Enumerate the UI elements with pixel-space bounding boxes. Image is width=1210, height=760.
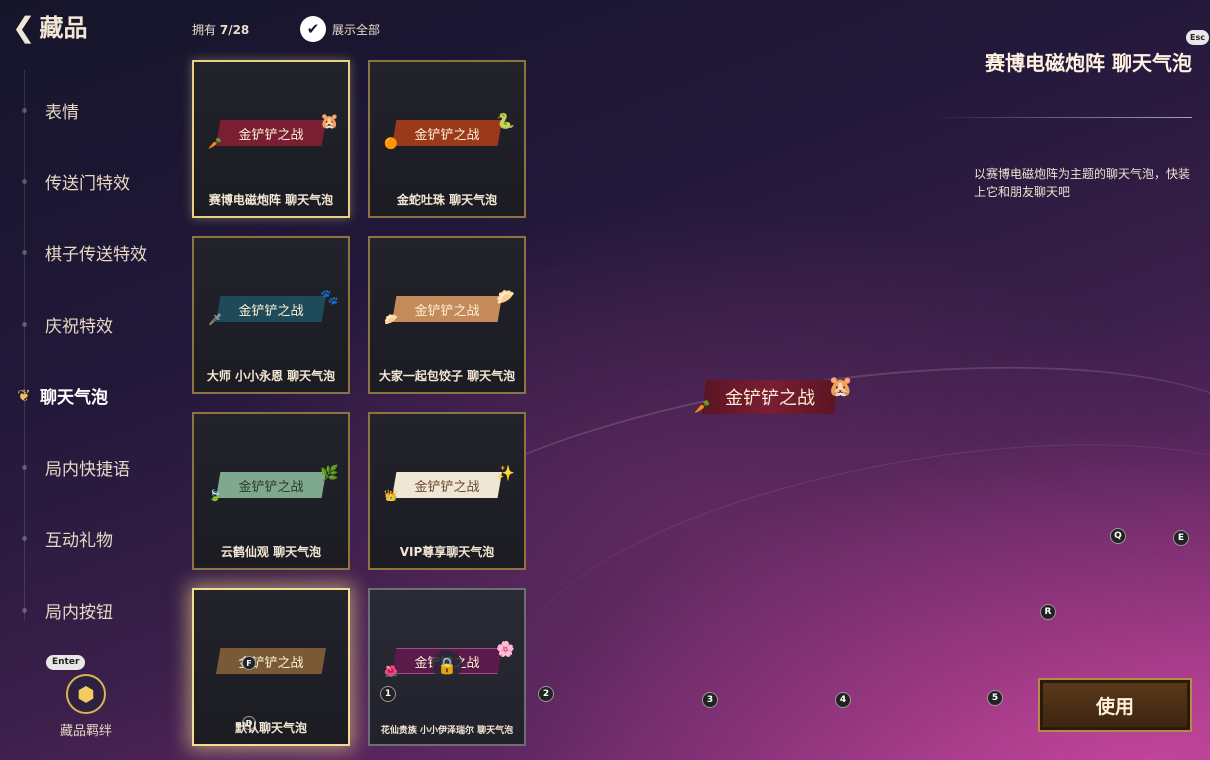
show-all-toggle[interactable]: ✔ 展示全部 bbox=[300, 16, 380, 42]
bullet-icon bbox=[22, 465, 27, 470]
hotkey-4-badge: 4 bbox=[835, 692, 851, 708]
orb-icon: 🟠 bbox=[384, 137, 398, 150]
esc-key-hint[interactable]: Esc bbox=[1186, 30, 1209, 45]
sword-icon: 🗡 bbox=[208, 313, 222, 326]
item-name: 云鹤仙观 聊天气泡 bbox=[220, 545, 322, 559]
item-card[interactable]: 金铲铲之战 🐹 🥕 赛博电磁炮阵 聊天气泡 bbox=[192, 60, 350, 218]
item-card[interactable]: 金铲铲之战 🌿 🍃 云鹤仙观 聊天气泡 bbox=[192, 412, 350, 570]
detail-title: 赛博电磁炮阵 聊天气泡 bbox=[985, 51, 1192, 75]
item-name: 金蛇吐珠 聊天气泡 bbox=[396, 193, 498, 207]
back-arrow-icon: ❮ bbox=[12, 11, 36, 44]
carrot-icon: 🥕 bbox=[208, 137, 222, 150]
sidebar-item-portal-effects[interactable]: 传送门特效 bbox=[22, 169, 130, 194]
sidebar-item-label: 传送门特效 bbox=[45, 174, 130, 194]
bullet-icon bbox=[22, 322, 27, 327]
item-name: 赛博电磁炮阵 聊天气泡 bbox=[208, 193, 334, 207]
back-button[interactable]: ❮ 藏品 bbox=[12, 11, 88, 44]
sidebar-item-label: 局内按钮 bbox=[45, 603, 113, 623]
chat-bubble-preview: 金铲铲之战 bbox=[702, 380, 838, 414]
hotkey-1-badge: 1 bbox=[380, 686, 396, 702]
item-name: 大师 小小永恩 聊天气泡 bbox=[206, 369, 336, 383]
sidebar-item-piece-teleport-effects[interactable]: 棋子传送特效 bbox=[22, 240, 147, 265]
hotkey-q-badge: Q bbox=[1110, 528, 1126, 544]
sidebar-item-label: 表情 bbox=[45, 103, 79, 123]
sidebar-item-label: 棋子传送特效 bbox=[45, 245, 147, 265]
use-button[interactable]: 使用 bbox=[1038, 678, 1192, 732]
item-card[interactable]: 金铲铲之战 🐾 🗡 大师 小小永恩 聊天气泡 bbox=[192, 236, 350, 394]
page-title: 藏品 bbox=[39, 14, 88, 42]
honeycomb-icon: ⬢ bbox=[66, 674, 106, 714]
chat-bubble-banner: 金铲铲之战 bbox=[216, 120, 326, 146]
collection-bond-button[interactable]: ⬢ 藏品羁绊 bbox=[56, 674, 116, 739]
sidebar-item-celebration-effects[interactable]: 庆祝特效 bbox=[22, 312, 113, 337]
crane-icon: 🌿 bbox=[320, 464, 339, 482]
sidebar-item-chat-bubbles[interactable]: ❦ 聊天气泡 bbox=[17, 383, 108, 409]
chat-bubble-banner: 金铲铲之战 bbox=[392, 472, 502, 498]
bond-label: 藏品羁绊 bbox=[59, 724, 112, 739]
carrot-icon: 🥕 bbox=[694, 400, 711, 415]
flower-icon: 🌸 bbox=[496, 640, 515, 658]
hotkey-5-badge: 5 bbox=[987, 690, 1003, 706]
star-icon: ✨ bbox=[496, 464, 515, 482]
flower-icon: 🌺 bbox=[384, 665, 398, 678]
chat-bubble-banner: 金铲铲之战 bbox=[216, 648, 326, 674]
sidebar-item-quick-phrases[interactable]: 局内快捷语 bbox=[22, 455, 130, 480]
owned-count: 7/28 bbox=[219, 23, 250, 37]
sidebar-item-label: 互动礼物 bbox=[45, 531, 113, 551]
hotkey-3-badge: 3 bbox=[702, 692, 718, 708]
enter-key-hint: Enter bbox=[46, 655, 86, 670]
pin-icon: ❦ bbox=[17, 385, 31, 405]
sidebar-item-label: 聊天气泡 bbox=[40, 388, 108, 408]
item-card-locked[interactable]: 金铲铲之战 🌸 🌺 🔒 1 花仙贵族 小小伊泽瑞尔 聊天气泡 bbox=[368, 588, 526, 746]
mascot-icon: 🐹 bbox=[320, 112, 339, 130]
lock-icon: 🔒 bbox=[432, 650, 462, 680]
bullet-icon bbox=[22, 250, 27, 255]
hotkey-e-badge: E bbox=[1173, 530, 1189, 546]
checkmark-icon: ✔ bbox=[300, 16, 326, 42]
item-name: 默认聊天气泡 bbox=[234, 721, 307, 735]
snake-icon: 🐍 bbox=[496, 112, 515, 130]
chat-bubble-banner: 金铲铲之战 bbox=[392, 296, 502, 322]
item-name: 花仙贵族 小小伊泽瑞尔 聊天气泡 bbox=[380, 726, 514, 736]
sidebar-item-label: 庆祝特效 bbox=[45, 317, 113, 337]
sidebar-item-label: 局内快捷语 bbox=[45, 460, 130, 480]
item-name: 大家一起包饺子 聊天气泡 bbox=[378, 369, 516, 383]
owned-counter: 拥有 7/28 bbox=[192, 21, 249, 38]
bullet-icon bbox=[22, 179, 27, 184]
chat-bubble-banner: 金铲铲之战 bbox=[392, 120, 502, 146]
sidebar-item-emotes[interactable]: 表情 bbox=[22, 98, 79, 123]
sidebar-item-interactive-gifts[interactable]: 互动礼物 bbox=[22, 526, 113, 551]
dumpling-icon: 🥟 bbox=[496, 288, 515, 306]
crown-icon: 👑 bbox=[384, 489, 398, 502]
mascot-icon: 🐹 bbox=[828, 374, 853, 398]
sidebar-item-ingame-buttons[interactable]: 局内按钮 bbox=[22, 598, 113, 623]
leaf-icon: 🍃 bbox=[208, 489, 222, 502]
bullet-icon bbox=[22, 536, 27, 541]
chat-bubble-banner: 金铲铲之战 bbox=[216, 296, 326, 322]
mascot-icon: 🐾 bbox=[320, 288, 339, 306]
hotkey-r-badge: R bbox=[1040, 604, 1056, 620]
hotkey-f-badge: F bbox=[242, 656, 256, 670]
detail-divider bbox=[930, 117, 1192, 118]
item-card[interactable]: 金铲铲之战 🥟 🥟 大家一起包饺子 聊天气泡 bbox=[368, 236, 526, 394]
hotkey-2-badge: 2 bbox=[538, 686, 554, 702]
detail-description: 以赛博电磁炮阵为主题的聊天气泡，快装上它和朋友聊天吧 bbox=[974, 167, 1191, 199]
chat-bubble-banner: 金铲铲之战 bbox=[216, 472, 326, 498]
show-all-label: 展示全部 bbox=[332, 22, 381, 37]
bullet-icon bbox=[22, 108, 27, 113]
item-name: VIP尊享聊天气泡 bbox=[399, 545, 495, 559]
owned-label: 拥有 bbox=[192, 23, 217, 37]
item-card[interactable]: 金铲铲之战 🐍 🟠 金蛇吐珠 聊天气泡 bbox=[368, 60, 526, 218]
item-card[interactable]: 金铲铲之战 ✨ 👑 VIP尊享聊天气泡 bbox=[368, 412, 526, 570]
item-card-default[interactable]: 金铲铲之战 F D 默认聊天气泡 bbox=[192, 588, 350, 746]
bullet-icon bbox=[22, 608, 27, 613]
dumpling-icon: 🥟 bbox=[384, 313, 398, 326]
